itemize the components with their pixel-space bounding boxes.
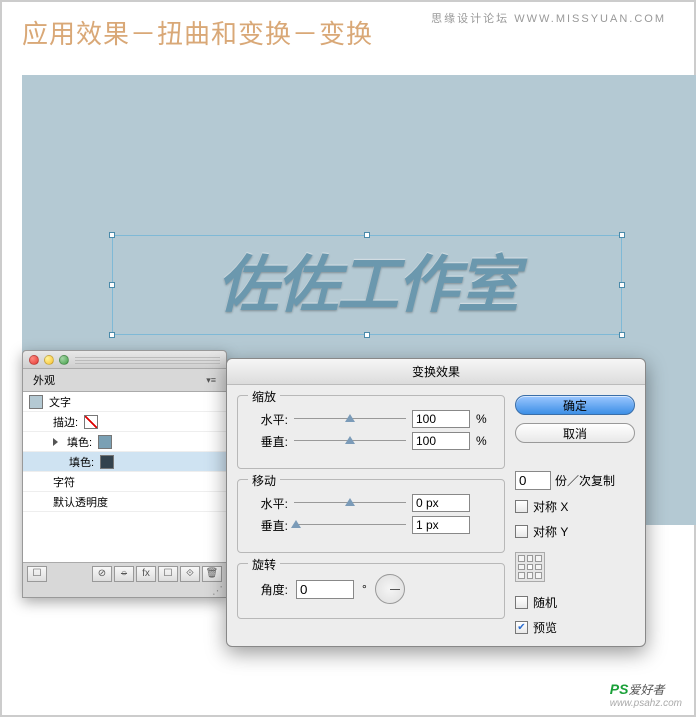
- row-label: 字符: [53, 474, 75, 490]
- ok-button[interactable]: 确定: [515, 395, 635, 415]
- row-label: 填色:: [67, 434, 92, 450]
- copies-input[interactable]: [515, 471, 551, 490]
- move-h-slider[interactable]: [294, 496, 406, 510]
- row-label: 文字: [49, 394, 71, 410]
- angle-dial[interactable]: [375, 574, 405, 604]
- cancel-button[interactable]: 取消: [515, 423, 635, 443]
- checkbox-checked-icon[interactable]: ✔: [515, 621, 528, 634]
- move-v-slider[interactable]: [294, 518, 406, 532]
- trash-icon[interactable]: 🗑: [202, 566, 222, 582]
- group-legend: 缩放: [248, 388, 280, 405]
- unit: %: [476, 412, 492, 426]
- scale-h-slider[interactable]: [294, 412, 406, 426]
- group-legend: 移动: [248, 472, 280, 489]
- appearance-panel: 外观 ▾≡ 文字 描边: 填色: 填色: 字符 默认透明度: [22, 350, 227, 598]
- row-character[interactable]: 字符: [23, 472, 226, 492]
- close-icon[interactable]: [29, 355, 39, 365]
- unit: %: [476, 434, 492, 448]
- reflect-x-option[interactable]: 对称 X: [515, 498, 635, 515]
- angle-label: 角度:: [250, 581, 288, 598]
- reflect-y-option[interactable]: 对称 Y: [515, 523, 635, 540]
- watermark-top: 思缘设计论坛 WWW.MISSYUAN.COM: [431, 10, 666, 26]
- row-stroke[interactable]: 描边:: [23, 412, 226, 432]
- footer-btn-clear[interactable]: ○: [114, 566, 134, 582]
- option-label: 对称 Y: [533, 523, 568, 540]
- none-swatch-icon[interactable]: [84, 415, 98, 429]
- scale-h-label: 水平:: [250, 411, 288, 428]
- artwork-text: 佐佐工作室: [113, 236, 621, 336]
- scale-v-input[interactable]: [412, 432, 470, 450]
- option-label: 随机: [533, 594, 557, 611]
- minimize-icon[interactable]: [44, 355, 54, 365]
- scale-v-slider[interactable]: [294, 434, 406, 448]
- panel-menu-icon[interactable]: ▾≡: [206, 375, 216, 386]
- preview-option[interactable]: ✔ 预览: [515, 619, 635, 636]
- checkbox-icon[interactable]: [515, 500, 528, 513]
- appearance-tab[interactable]: 外观 ▾≡: [23, 369, 226, 392]
- row-label: 描边:: [53, 414, 78, 430]
- move-h-input[interactable]: [412, 494, 470, 512]
- angle-input[interactable]: [296, 580, 354, 599]
- tab-label: 外观: [33, 372, 55, 388]
- panel-grip: [75, 356, 220, 364]
- row-opacity[interactable]: 默认透明度: [23, 492, 226, 512]
- footer-btn-dup[interactable]: ⟐: [180, 566, 200, 582]
- copies-label: 份／次复制: [555, 472, 615, 489]
- selected-text-object[interactable]: 佐佐工作室: [112, 235, 622, 335]
- row-label: 填色:: [69, 454, 94, 470]
- watermark-bottom: PS爱好者 www.psahz.com: [610, 681, 682, 709]
- scale-group: 缩放 水平: % 垂直: %: [237, 395, 505, 469]
- anchor-point-grid[interactable]: [515, 552, 545, 582]
- rotate-group: 旋转 角度: °: [237, 563, 505, 619]
- option-label: 预览: [533, 619, 557, 636]
- panel-header[interactable]: [23, 351, 226, 369]
- fill-swatch-icon[interactable]: [98, 435, 112, 449]
- footer-btn-fx[interactable]: fx: [136, 566, 156, 582]
- checkbox-icon[interactable]: [515, 525, 528, 538]
- scale-v-label: 垂直:: [250, 433, 288, 450]
- checkbox-icon[interactable]: [515, 596, 528, 609]
- row-text[interactable]: 文字: [23, 392, 226, 412]
- dialog-title: 变换效果: [227, 359, 645, 385]
- random-option[interactable]: 随机: [515, 594, 635, 611]
- unit: °: [362, 582, 367, 596]
- fill-swatch-icon[interactable]: [100, 455, 114, 469]
- scale-h-input[interactable]: [412, 410, 470, 428]
- footer-btn-1[interactable]: ☐: [27, 566, 47, 582]
- transform-effect-dialog: 变换效果 缩放 水平: % 垂直: % 移动: [226, 358, 646, 647]
- move-h-label: 水平:: [250, 495, 288, 512]
- zoom-icon[interactable]: [59, 355, 69, 365]
- disclosure-icon[interactable]: [53, 438, 58, 446]
- footer-btn-none[interactable]: ⊘: [92, 566, 112, 582]
- option-label: 对称 X: [533, 498, 568, 515]
- footer-btn-new[interactable]: ☐: [158, 566, 178, 582]
- resize-grip-icon[interactable]: ⋰: [23, 584, 226, 597]
- panel-footer: ☐ ⊘ ○ fx ☐ ⟐ 🗑: [23, 562, 226, 584]
- text-swatch-icon: [29, 395, 43, 409]
- move-group: 移动 水平: 垂直:: [237, 479, 505, 553]
- move-v-label: 垂直:: [250, 517, 288, 534]
- group-legend: 旋转: [248, 556, 280, 573]
- appearance-list: 文字 描边: 填色: 填色: 字符 默认透明度: [23, 392, 226, 562]
- move-v-input[interactable]: [412, 516, 470, 534]
- row-fill-1[interactable]: 填色:: [23, 432, 226, 452]
- row-fill-2-selected[interactable]: 填色:: [23, 452, 226, 472]
- row-label: 默认透明度: [53, 494, 108, 510]
